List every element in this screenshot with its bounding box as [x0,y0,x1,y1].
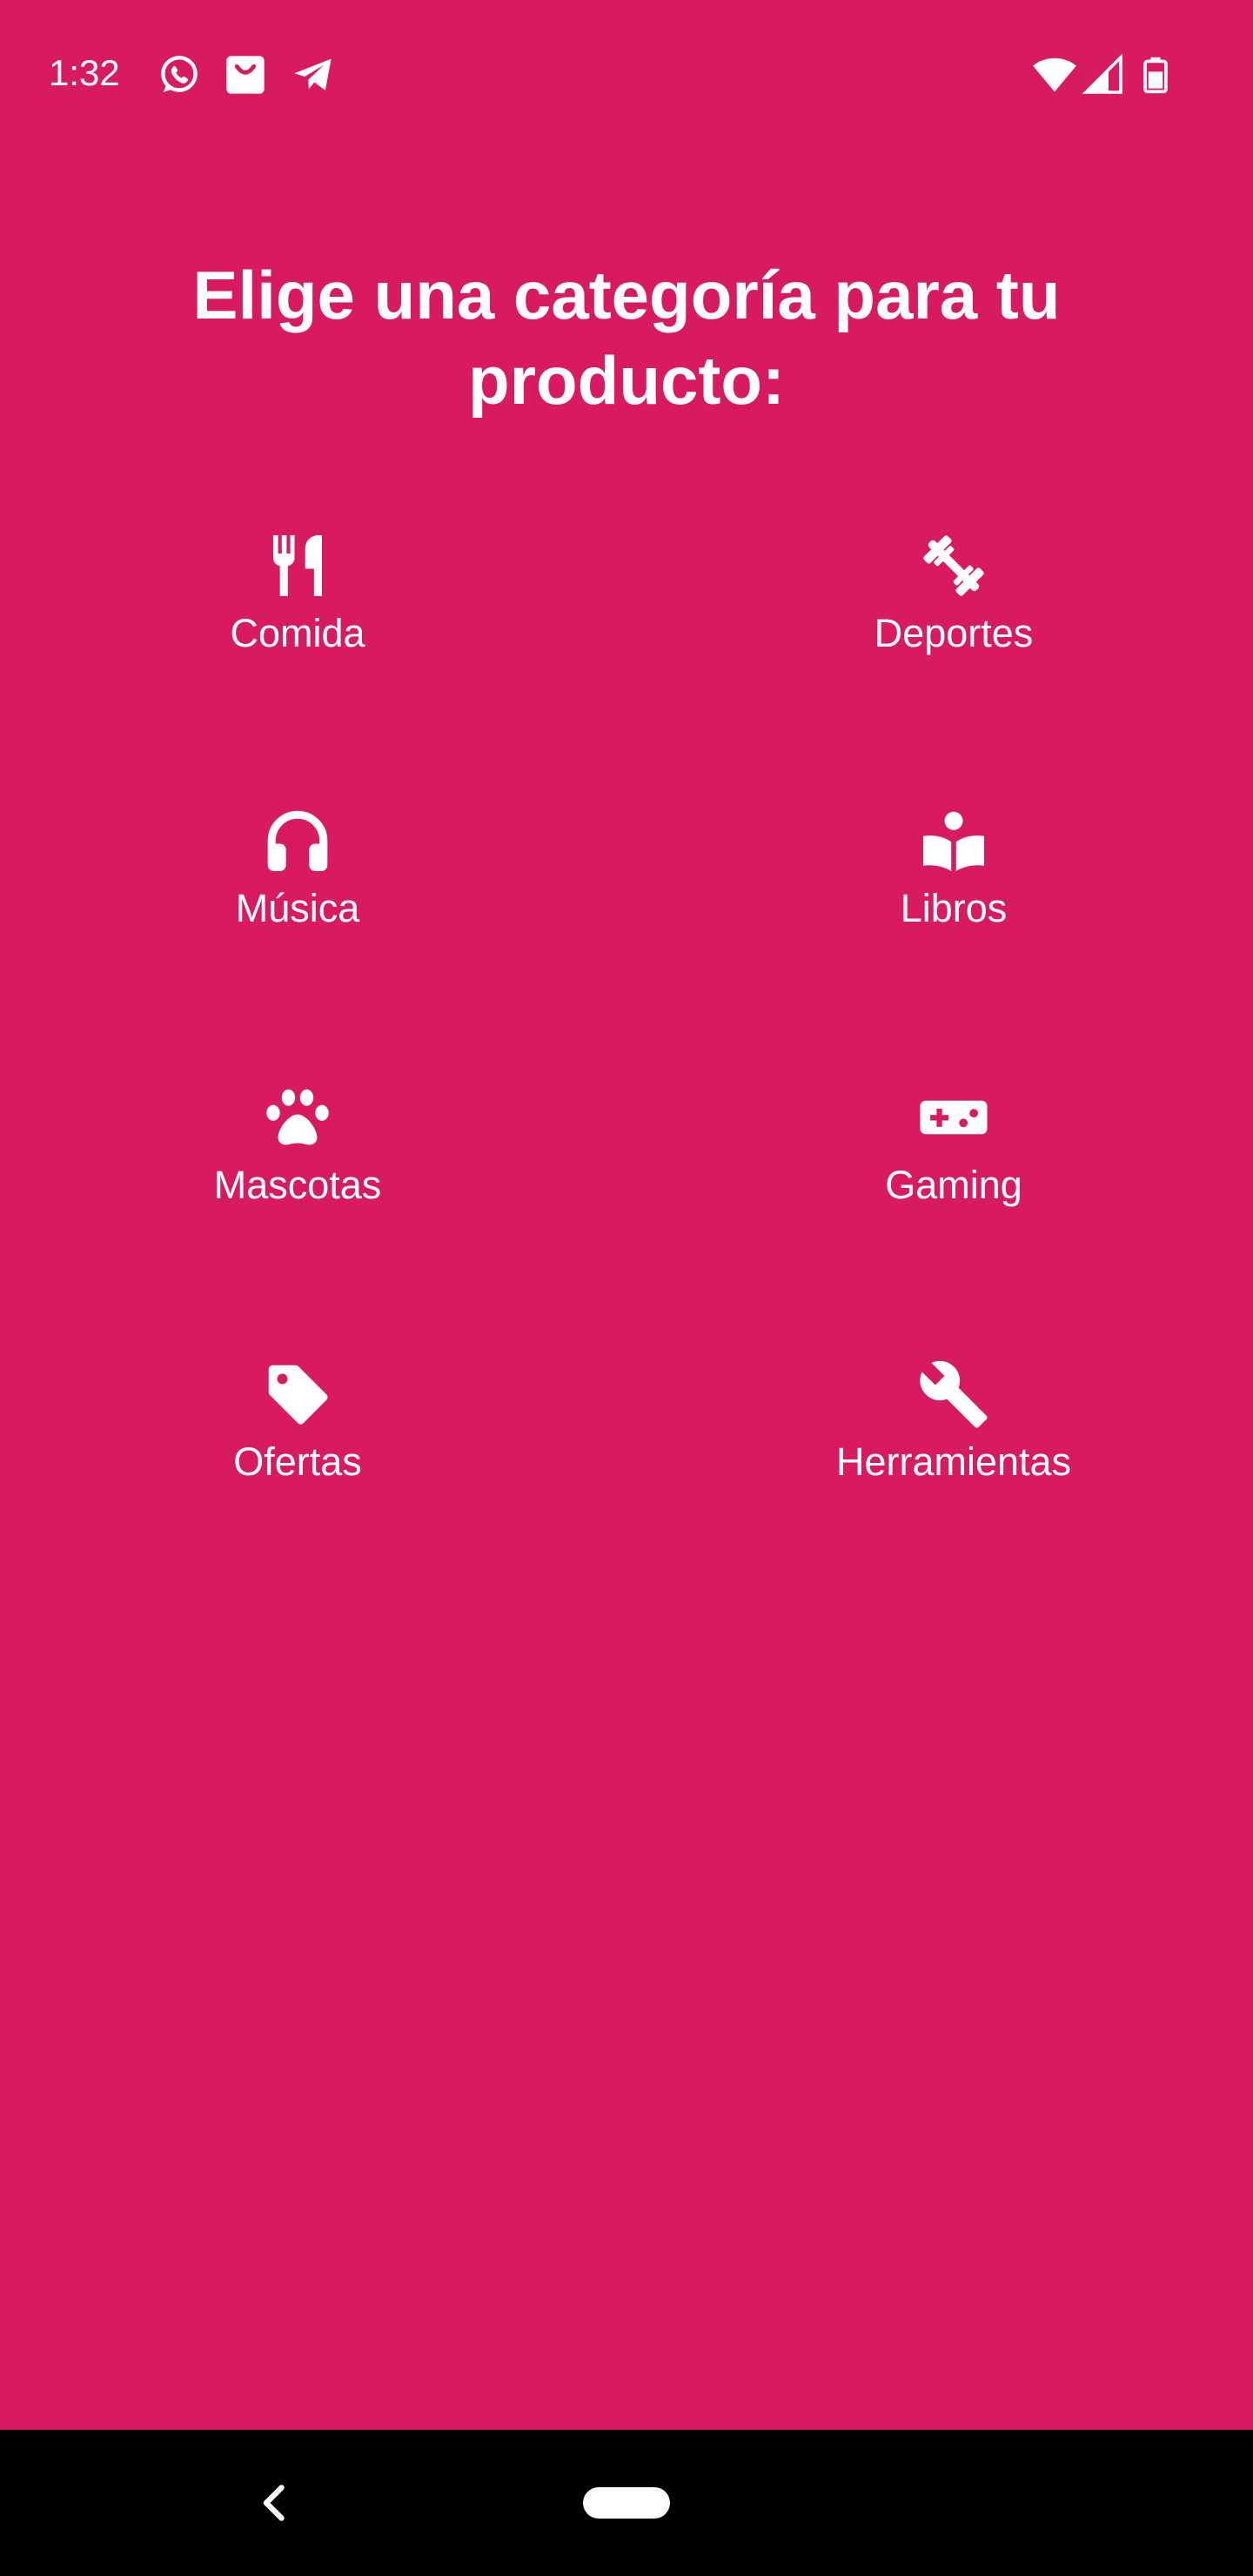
category-ofertas[interactable]: Ofertas [54,1358,541,1549]
category-label: Herramientas [835,1439,1072,1484]
tag-icon [261,1358,334,1431]
shopping-bag-icon [223,52,268,97]
category-libros[interactable]: Libros [710,804,1197,996]
page-title: Elige una categoría para tu producto: [192,257,1061,419]
category-herramientas[interactable]: Herramientas [710,1358,1197,1549]
book-reader-icon [917,804,990,877]
status-bar: 1:32 [0,0,1253,148]
category-musica[interactable]: Música [54,804,541,996]
whatsapp-icon [157,52,202,97]
home-pill-icon[interactable] [583,2487,670,2519]
telegram-icon [291,52,336,97]
category-screen: 1:32 Elige una categoría para tu product… [0,0,1253,2430]
category-label: Libros [900,886,1008,930]
back-chevron-icon[interactable] [249,2477,301,2529]
category-label: Comida [230,611,365,655]
status-time: 1:32 [49,52,120,93]
gamepad-icon [917,1081,990,1154]
category-label: Mascotas [213,1163,382,1207]
category-label: Ofertas [233,1439,362,1484]
category-gaming[interactable]: Gaming [710,1081,1197,1272]
wrench-icon [917,1358,990,1431]
fork-knife-icon [261,529,334,602]
category-label: Deportes [874,611,1034,655]
category-label: Música [235,886,360,930]
dumbbell-icon [917,529,990,602]
cell-signal-icon [1082,52,1124,97]
wifi-icon [1030,52,1079,97]
category-comida[interactable]: Comida [54,529,541,721]
category-deportes[interactable]: Deportes [710,529,1197,721]
battery-icon [1136,52,1175,97]
category-mascotas[interactable]: Mascotas [54,1081,541,1272]
navigation-bar [0,2430,1253,2576]
headphones-icon [261,804,334,877]
paw-icon [261,1081,334,1154]
category-label: Gaming [885,1163,1022,1207]
